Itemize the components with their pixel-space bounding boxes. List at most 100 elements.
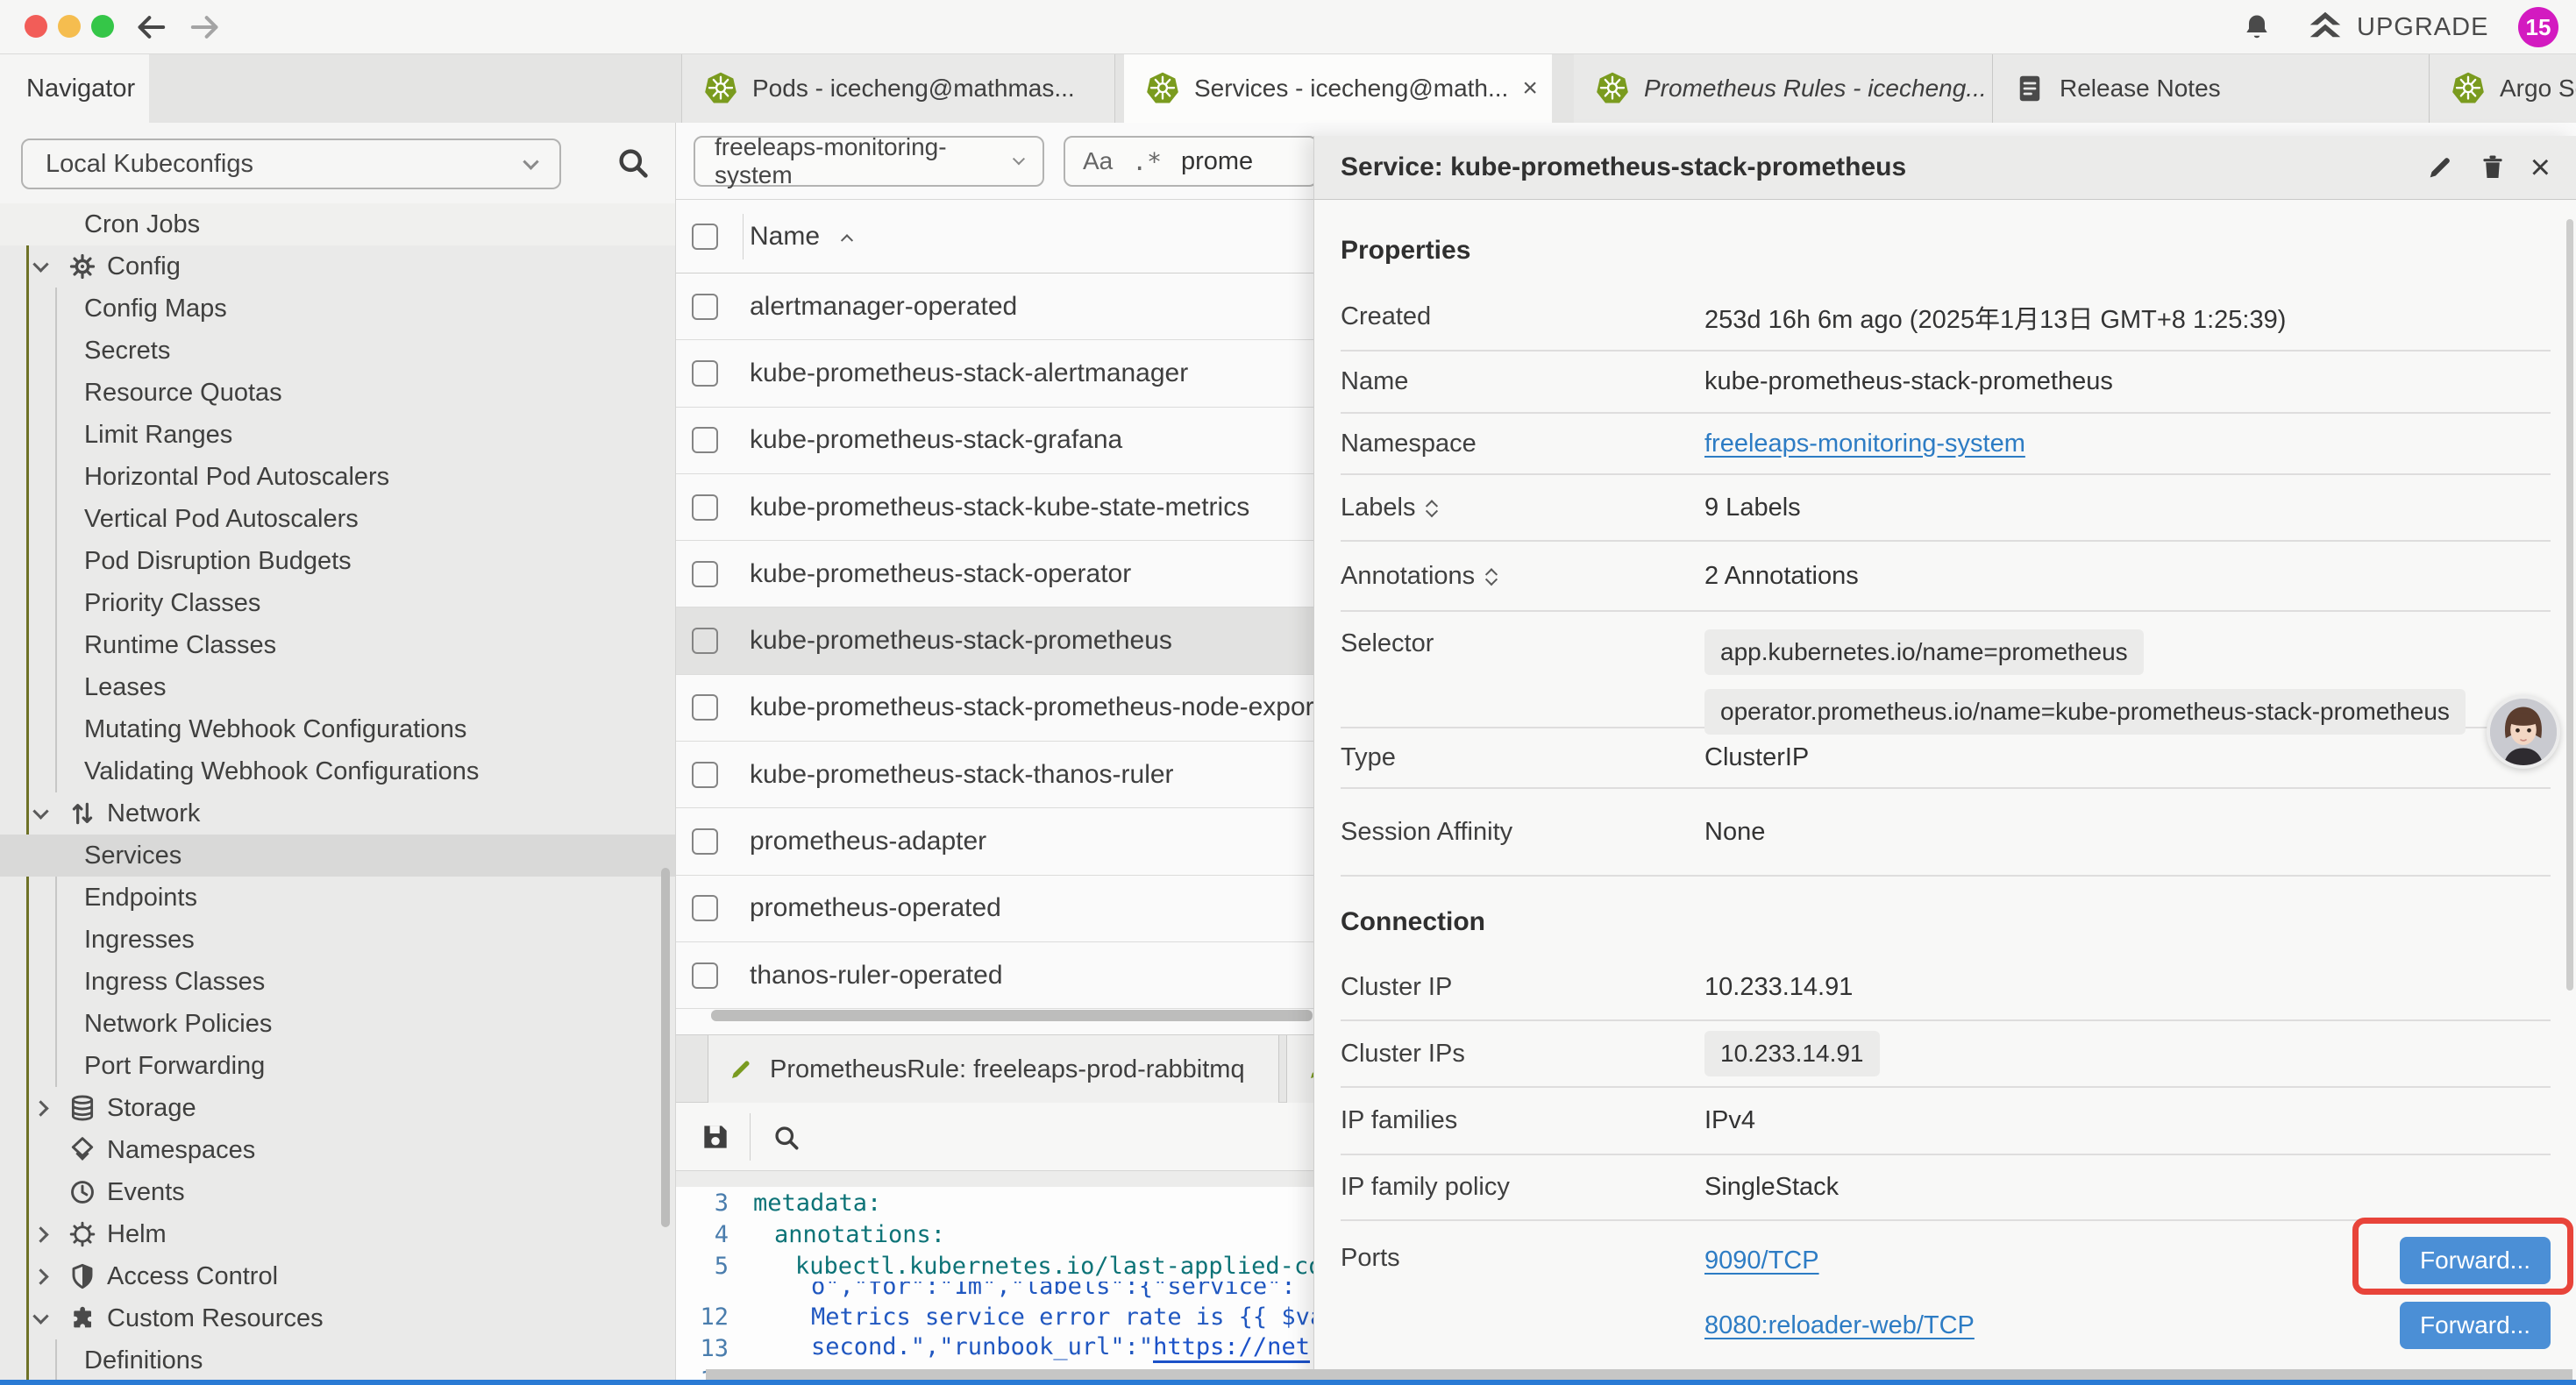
sidebar-item-network[interactable]: Network — [0, 792, 675, 835]
expand-collapse-icon[interactable] — [1427, 498, 1436, 518]
namespace-link[interactable]: freeleaps-monitoring-system — [1704, 430, 2025, 458]
match-case-toggle[interactable]: Aa — [1083, 147, 1113, 175]
sidebar-item-vertical-pod-autoscalers[interactable]: Vertical Pod Autoscalers — [0, 498, 675, 540]
row-checkbox[interactable] — [692, 762, 718, 788]
row-checkbox[interactable] — [692, 294, 718, 320]
annotations-value[interactable]: 2 Annotations — [1704, 562, 1859, 591]
upgrade-button[interactable]: UPGRADE — [2306, 9, 2488, 46]
namespace-row: Namespace freeleaps-monitoring-system — [1341, 414, 2551, 475]
chevron-down-icon[interactable] — [32, 256, 48, 272]
sidebar-item-config[interactable]: Config — [0, 245, 675, 288]
sidebar-item-leases[interactable]: Leases — [0, 666, 675, 708]
bottom-horizontal-scrollbar[interactable] — [706, 1369, 2572, 1380]
name-column-header[interactable]: Name — [750, 200, 851, 273]
chevron-down-icon[interactable] — [32, 803, 48, 819]
save-icon[interactable] — [699, 1120, 732, 1154]
editor-tab-prometheusrule[interactable]: PrometheusRule: freeleaps-prod-rabbitmq — [708, 1035, 1279, 1104]
expand-collapse-icon[interactable] — [1487, 566, 1496, 586]
sidebar-item-network-policies[interactable]: Network Policies — [0, 1003, 675, 1045]
sidebar-item-storage[interactable]: Storage — [0, 1087, 675, 1129]
sidebar-item-custom-resources[interactable]: Custom Resources — [0, 1297, 675, 1339]
port-link[interactable]: 8080:reloader-web/TCP — [1704, 1311, 1975, 1340]
sidebar-item-ingresses[interactable]: Ingresses — [0, 919, 675, 961]
minimize-window-button[interactable] — [58, 15, 81, 38]
labels-value[interactable]: 9 Labels — [1704, 494, 1801, 522]
sidebar-item-ingress-classes[interactable]: Ingress Classes — [0, 961, 675, 1003]
runbook-link[interactable]: https://net — [1153, 1333, 1310, 1363]
tab-argo[interactable]: Argo Se — [2429, 54, 2576, 123]
sidebar-item-cron-jobs[interactable]: Cron Jobs — [0, 203, 675, 245]
annotations-label: Annotations — [1341, 562, 1475, 591]
sidebar-item-helm[interactable]: Helm — [0, 1213, 675, 1255]
row-checkbox[interactable] — [692, 360, 718, 387]
sidebar-item-resource-quotas[interactable]: Resource Quotas — [0, 372, 675, 414]
tab-release-notes[interactable]: Release Notes — [1992, 54, 2429, 123]
cluster-search-icon[interactable] — [614, 144, 652, 182]
forward-button[interactable]: Forward... — [2400, 1237, 2551, 1284]
kubeconfig-row: Local Kubeconfigs — [0, 123, 675, 203]
drawer-close-icon[interactable]: × — [2530, 153, 2551, 182]
tab-pods[interactable]: Pods - icecheng@mathmas... — [681, 54, 1115, 123]
sidebar-item-horizontal-pod-autoscalers[interactable]: Horizontal Pod Autoscalers — [0, 456, 675, 498]
chevron-down-icon[interactable] — [32, 1308, 48, 1324]
sidebar-item-label: Ingress Classes — [84, 968, 265, 997]
sidebar-item-limit-ranges[interactable]: Limit Ranges — [0, 414, 675, 456]
kubeconfig-selector[interactable]: Local Kubeconfigs — [21, 138, 561, 189]
row-checkbox[interactable] — [692, 427, 718, 453]
sidebar-item-priority-classes[interactable]: Priority Classes — [0, 582, 675, 624]
editor-search-icon[interactable] — [771, 1122, 802, 1154]
tab-prometheus-rules[interactable]: Prometheus Rules - icecheng... — [1574, 54, 1992, 123]
sidebar-item-secrets[interactable]: Secrets — [0, 330, 675, 372]
resource-tree: Cron Jobs Config Config Maps Secrets — [0, 203, 675, 1381]
row-checkbox[interactable] — [692, 561, 718, 587]
sidebar-item-config-maps[interactable]: Config Maps — [0, 288, 675, 330]
kubernetes-icon — [1145, 71, 1180, 106]
edit-pencil-icon[interactable] — [2425, 153, 2455, 182]
notification-count-badge[interactable]: 15 — [2518, 7, 2558, 47]
session-affinity-label: Session Affinity — [1341, 818, 1704, 847]
sidebar-item-events[interactable]: Events — [0, 1171, 675, 1213]
tab-close-icon[interactable]: × — [1522, 74, 1538, 103]
forward-arrow-icon[interactable] — [188, 10, 223, 45]
forward-button[interactable]: Forward... — [2400, 1302, 2551, 1349]
chevron-right-icon[interactable] — [32, 1226, 48, 1242]
row-checkbox[interactable] — [692, 694, 718, 721]
chevron-right-icon[interactable] — [32, 1268, 48, 1284]
delete-trash-icon[interactable] — [2478, 153, 2508, 182]
navigator-panel-tab[interactable]: Navigator — [0, 54, 149, 123]
sidebar-item-port-forwarding[interactable]: Port Forwarding — [0, 1045, 675, 1087]
row-checkbox[interactable] — [692, 828, 718, 855]
select-all-checkbox[interactable] — [692, 224, 718, 250]
chevron-right-icon[interactable] — [32, 1100, 48, 1116]
regex-toggle[interactable]: .* — [1132, 147, 1162, 176]
table-horizontal-scrollbar[interactable] — [711, 1010, 1313, 1021]
zoom-window-button[interactable] — [91, 15, 114, 38]
sidebar-item-definitions[interactable]: Definitions — [0, 1339, 675, 1381]
row-checkbox[interactable] — [692, 962, 718, 989]
close-window-button[interactable] — [25, 15, 47, 38]
sidebar-item-validating-webhook-configurations[interactable]: Validating Webhook Configurations — [0, 750, 675, 792]
sidebar-item-namespaces[interactable]: Namespaces — [0, 1129, 675, 1171]
sidebar-scrollbar[interactable] — [661, 868, 670, 1227]
row-checkbox[interactable] — [692, 494, 718, 521]
sidebar-item-mutating-webhook-configurations[interactable]: Mutating Webhook Configurations — [0, 708, 675, 750]
tab-services[interactable]: Services - icecheng@math... × — [1124, 54, 1552, 123]
filter-input[interactable]: Aa .* prome — [1064, 136, 1318, 187]
sidebar-item-services[interactable]: Services — [0, 835, 675, 877]
drawer-scrollbar[interactable] — [2566, 219, 2573, 991]
sidebar-item-endpoints[interactable]: Endpoints — [0, 877, 675, 919]
sidebar-item-runtime-classes[interactable]: Runtime Classes — [0, 624, 675, 666]
sidebar-item-access-control[interactable]: Access Control — [0, 1255, 675, 1297]
notifications-bell-icon[interactable] — [2241, 11, 2273, 43]
puzzle-icon — [68, 1304, 107, 1332]
sidebar-item-label: Limit Ranges — [84, 421, 232, 450]
sidebar-item-pod-disruption-budgets[interactable]: Pod Disruption Budgets — [0, 540, 675, 582]
row-checkbox[interactable] — [692, 895, 718, 921]
selector-row: Selector app.kubernetes.io/name=promethe… — [1341, 612, 2551, 728]
back-arrow-icon[interactable] — [133, 10, 168, 45]
port-link[interactable]: 9090/TCP — [1704, 1246, 1819, 1275]
row-checkbox[interactable] — [692, 628, 718, 654]
user-avatar[interactable] — [2487, 695, 2560, 769]
properties-heading: Properties — [1341, 200, 2551, 284]
namespace-selector[interactable]: freeleaps-monitoring-system — [694, 136, 1044, 187]
